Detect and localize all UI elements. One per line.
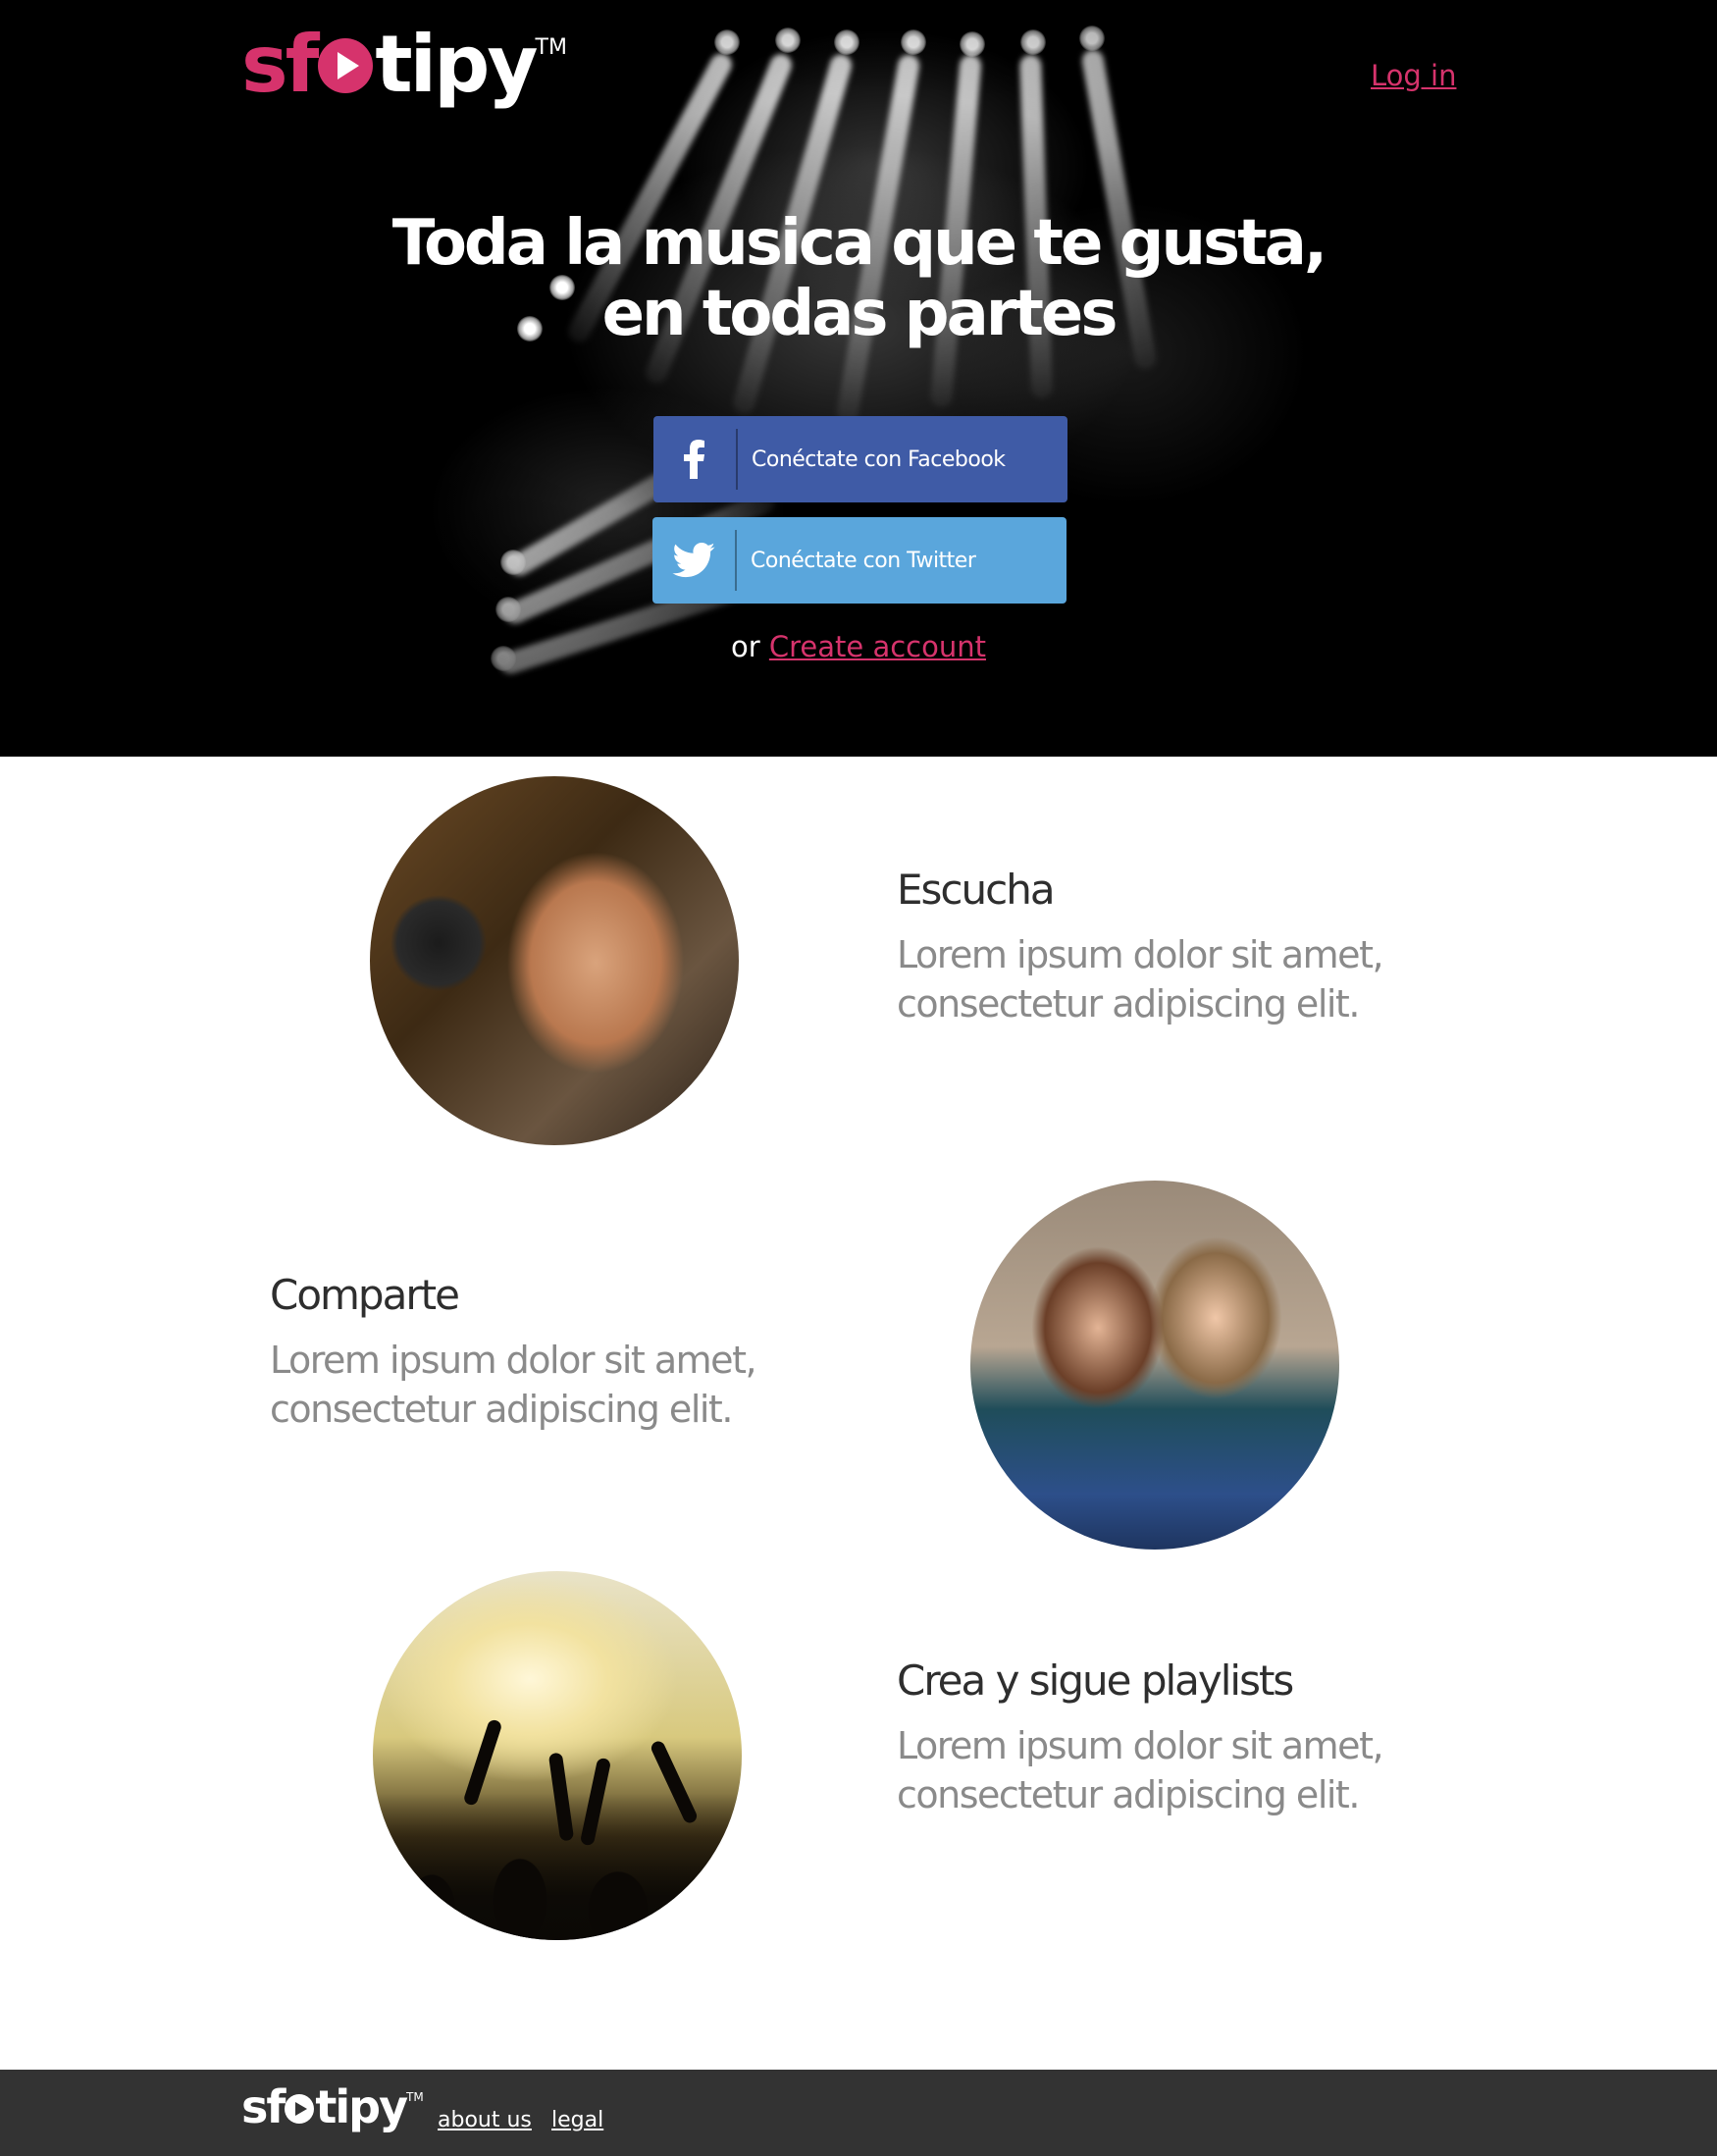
- play-icon: [318, 38, 374, 93]
- about-us-link[interactable]: about us: [438, 2108, 532, 2132]
- hero-section: sf tipyTM Log in Toda la musica que te gu…: [0, 0, 1717, 757]
- feature-text-share: Lorem ipsum dolor sit amet, consectetur …: [270, 1339, 757, 1431]
- login-link[interactable]: Log in: [1371, 59, 1456, 92]
- feature-title-playlists: Crea y sigue playlists: [897, 1656, 1294, 1705]
- feature-title-listen: Escucha: [897, 866, 1056, 914]
- footer-logo[interactable]: sf tipyTM: [241, 2084, 424, 2130]
- logo-text-part3: py: [434, 19, 538, 110]
- headline-line-1: Toda la musica que te gusta,: [391, 207, 1327, 280]
- facebook-button-label: Conéctate con Facebook: [752, 447, 1006, 472]
- feature-title-share: Comparte: [270, 1271, 460, 1319]
- twitter-button-label: Conéctate con Twitter: [751, 548, 976, 573]
- feature-text-listen: Lorem ipsum dolor sit amet, consectetur …: [897, 933, 1384, 1025]
- footer-trademark: TM: [406, 2090, 424, 2104]
- logo-text-part2: ti: [375, 19, 437, 110]
- headline-line-2: en todas partes: [601, 278, 1119, 350]
- legal-link[interactable]: legal: [551, 2108, 603, 2132]
- feature-image-sharing: [970, 1181, 1339, 1550]
- feature-image-listening: [370, 776, 739, 1145]
- logo-text-part1: sf: [241, 19, 319, 110]
- facebook-icon: [653, 429, 738, 490]
- create-account-link[interactable]: Create account: [769, 630, 986, 663]
- create-account-row: or Create account: [589, 630, 1128, 663]
- twitter-icon: [652, 530, 737, 591]
- footer-logo-part2: tipy: [315, 2080, 408, 2133]
- twitter-connect-button[interactable]: Conéctate con Twitter: [652, 517, 1067, 604]
- brand-logo[interactable]: sf tipyTM: [241, 26, 567, 104]
- hero-headline: Toda la musica que te gusta, en todas pa…: [368, 208, 1349, 349]
- feature-image-concert: [373, 1571, 742, 1940]
- facebook-connect-button[interactable]: Conéctate con Facebook: [653, 416, 1067, 502]
- footer-logo-part1: sf: [241, 2080, 286, 2133]
- feature-text-playlists: Lorem ipsum dolor sit amet, consectetur …: [897, 1724, 1384, 1816]
- footer: sf tipyTM about us legal: [0, 2070, 1717, 2156]
- or-text: or: [730, 630, 760, 663]
- play-icon: [285, 2094, 315, 2124]
- trademark-mark: TM: [535, 35, 567, 60]
